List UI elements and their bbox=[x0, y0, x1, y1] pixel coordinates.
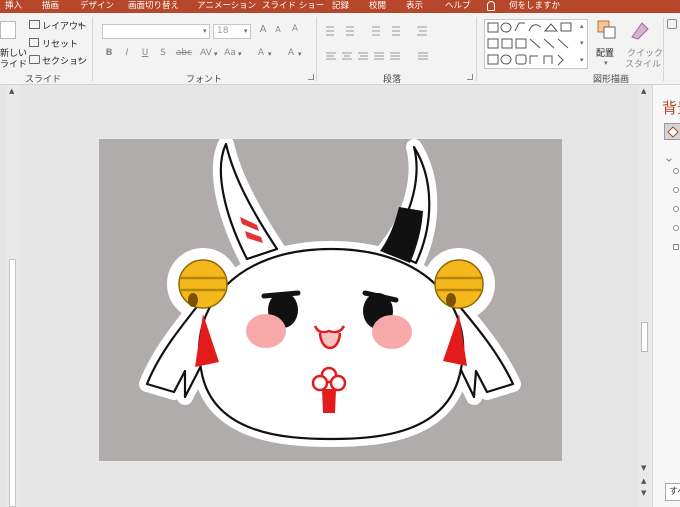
grow-font-button[interactable]: A bbox=[256, 24, 270, 35]
pane-title: 背景 bbox=[662, 99, 680, 117]
tab-insert[interactable]: 挿入 bbox=[5, 0, 22, 13]
radio-gradient-fill[interactable] bbox=[673, 187, 679, 193]
bold-button[interactable]: B bbox=[102, 48, 116, 58]
font-dialog-launcher[interactable] bbox=[308, 74, 314, 80]
vertical-scrollbar[interactable]: ▲ ▼ ▲ ▼ bbox=[638, 85, 652, 507]
reset-button[interactable]: リセット bbox=[42, 37, 78, 50]
change-case-button[interactable]: Aa bbox=[222, 48, 238, 58]
tell-me-search[interactable]: 何をしますか bbox=[509, 0, 560, 13]
tab-view[interactable]: 表示 bbox=[406, 0, 423, 13]
bell-left bbox=[178, 259, 228, 309]
tab-slideshow[interactable]: スライド ショー bbox=[262, 0, 324, 13]
cheek-left bbox=[246, 314, 286, 348]
lightbulb-icon bbox=[487, 1, 495, 11]
shrink-font-button[interactable]: A bbox=[271, 25, 285, 34]
paragraph-controls[interactable] bbox=[322, 23, 472, 65]
tab-review[interactable]: 校閲 bbox=[369, 0, 386, 13]
group-label-font: フォント bbox=[186, 75, 223, 85]
scroll-thumb-right[interactable] bbox=[641, 322, 648, 352]
scroll-thumb[interactable] bbox=[9, 259, 16, 507]
section-icon bbox=[29, 55, 40, 64]
ribbon: 新しい ライド レイアウト ▾ リセット セクション ▾ スライド ▾ 18 ▾… bbox=[0, 13, 680, 85]
quick-styles-icon bbox=[631, 22, 649, 40]
italic-button[interactable]: I bbox=[120, 48, 134, 58]
hide-graphics-checkbox[interactable] bbox=[673, 244, 679, 250]
tab-record[interactable]: 記録 bbox=[332, 0, 349, 13]
paragraph-dialog-launcher[interactable] bbox=[467, 74, 473, 80]
new-slide-icon[interactable] bbox=[0, 21, 16, 39]
apply-to-all-button[interactable]: すべ bbox=[665, 483, 680, 501]
strikethrough-button[interactable]: abc bbox=[174, 48, 194, 58]
tab-help[interactable]: ヘルプ bbox=[445, 0, 471, 13]
font-color-button-2[interactable]: A bbox=[284, 48, 298, 58]
group-label-drawing: 図形描画 bbox=[593, 75, 630, 85]
font-color-button[interactable]: A bbox=[254, 48, 268, 58]
reset-icon bbox=[29, 38, 39, 47]
tab-design[interactable]: デザイン bbox=[80, 0, 114, 13]
slide-thumbnail-scrollbar[interactable]: ▲ bbox=[6, 85, 20, 507]
tab-draw[interactable]: 描画 bbox=[42, 0, 59, 13]
font-name-combo[interactable] bbox=[102, 24, 210, 39]
ribbon-tab-bar: 挿入 描画 デザイン 画面切り替え アニメーション スライド ショー 記録 校閲… bbox=[0, 0, 680, 13]
radio-picture-fill[interactable] bbox=[673, 206, 679, 212]
radio-solid-fill[interactable] bbox=[673, 168, 679, 174]
format-background-pane: 背景 すべ bbox=[652, 85, 680, 507]
shape-gallery[interactable] bbox=[485, 20, 587, 68]
tab-transitions[interactable]: 画面切り替え bbox=[128, 0, 179, 13]
fill-tab-icon[interactable] bbox=[664, 123, 680, 140]
group-label-paragraph: 段落 bbox=[383, 75, 402, 85]
cheek-right bbox=[372, 315, 412, 349]
new-slide-button-line2: ライド bbox=[0, 60, 28, 70]
arrange-button[interactable]: 配置 bbox=[596, 46, 614, 59]
group-label-slides: スライド bbox=[25, 75, 62, 85]
fill-section-toggle[interactable] bbox=[666, 156, 672, 162]
character-illustration[interactable] bbox=[99, 139, 562, 461]
fill-icon[interactable] bbox=[667, 19, 677, 29]
tab-animations[interactable]: アニメーション bbox=[197, 0, 256, 13]
horn-left bbox=[219, 142, 279, 261]
char-spacing-button[interactable]: AV bbox=[198, 48, 214, 58]
radio-pattern-fill[interactable] bbox=[673, 225, 679, 231]
underline-button[interactable]: U bbox=[138, 48, 152, 58]
arrange-icon bbox=[597, 20, 616, 39]
clear-format-button[interactable]: A bbox=[288, 24, 302, 34]
layout-icon bbox=[29, 20, 40, 29]
quick-styles-button-line2: スタイル bbox=[625, 60, 662, 70]
shape-gallery-icon[interactable] bbox=[484, 19, 588, 69]
shadow-button[interactable]: S bbox=[156, 48, 170, 58]
bell-right bbox=[434, 259, 484, 309]
